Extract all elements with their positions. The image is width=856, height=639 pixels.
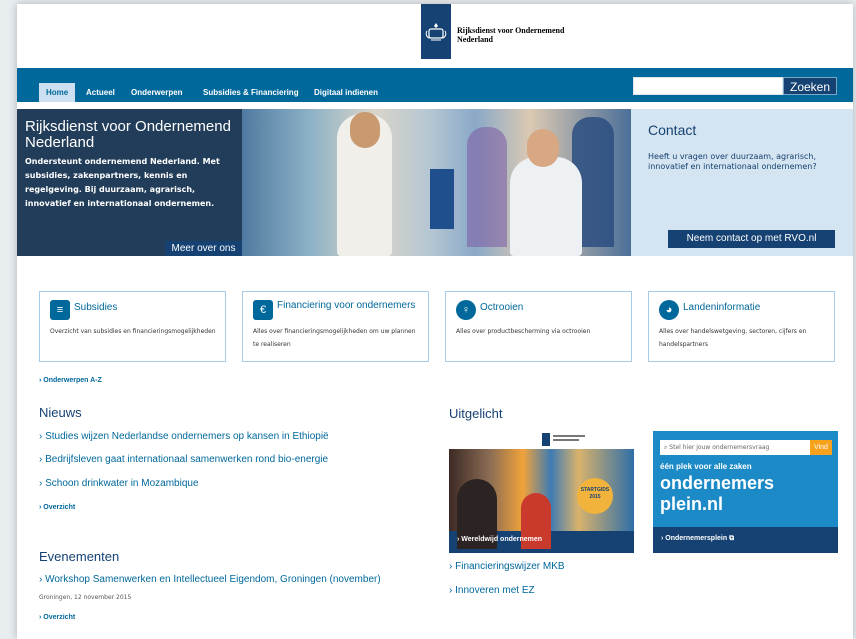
hero-text-panel: Rijksdienst voor Ondernemend Nederland O… bbox=[17, 109, 242, 256]
featured-title: Uitgelicht bbox=[449, 406, 503, 421]
card-financiering[interactable]: € Financiering voor ondernemers Alles ov… bbox=[242, 291, 429, 362]
card-description: Overzicht van subsidies en financierings… bbox=[50, 328, 216, 335]
startgids-badge: STARTGIDS 2015 bbox=[577, 478, 613, 514]
organisation-name-line1: Rijksdienst voor Ondernemend bbox=[457, 26, 565, 35]
card-title: Landeninformatie bbox=[683, 302, 761, 313]
search-placeholder: Stel hier jouw ondernemersvraag bbox=[669, 444, 770, 451]
search-icon: ⌕ bbox=[664, 444, 668, 451]
news-item[interactable]: › Studies wijzen Nederlandse ondernemers… bbox=[39, 431, 329, 442]
rijkslogo-icon[interactable] bbox=[421, 4, 451, 59]
hero-title: Rijksdienst voor Ondernemend Nederland bbox=[25, 118, 231, 151]
nav-item-digitaal-indienen[interactable]: Digitaal indienen bbox=[314, 83, 378, 102]
card-title: Octrooien bbox=[480, 302, 524, 313]
card-subsidies[interactable]: ≡ Subsidies Overzicht van subsidies en f… bbox=[39, 291, 226, 362]
hero-description: Ondersteunt ondernemend Nederland. Met s… bbox=[25, 157, 220, 208]
globe-icon: ◕ bbox=[659, 300, 679, 320]
news-title: Nieuws bbox=[39, 405, 82, 420]
banner-tagline: één plek voor alle zaken bbox=[660, 462, 752, 471]
photo-figure bbox=[527, 129, 559, 167]
photo-sign bbox=[430, 169, 454, 229]
events-overview-link[interactable]: › Overzicht bbox=[39, 614, 75, 621]
logo-text-line bbox=[553, 435, 585, 437]
vind-button[interactable]: Vind bbox=[810, 440, 832, 455]
contact-title: Contact bbox=[648, 122, 697, 138]
organisation-name-line2: Nederland bbox=[457, 35, 493, 44]
page: Rijksdienst voor Ondernemend Nederland H… bbox=[17, 4, 853, 639]
event-date: Groningen, 12 november 2015 bbox=[39, 594, 132, 601]
nav-item-onderwerpen[interactable]: Onderwerpen bbox=[131, 83, 183, 102]
photo-figure bbox=[467, 127, 507, 247]
main-navigation: Home Actueel Onderwerpen Subsidies & Fin… bbox=[17, 68, 853, 102]
card-title: Subsidies bbox=[74, 302, 118, 313]
contact-description: Heeft u vragen over duurzaam, agrarisch,… bbox=[648, 152, 817, 171]
banner-photo: STARTGIDS 2015 bbox=[449, 449, 634, 549]
news-item[interactable]: › Bedrijfsleven gaat internationaal same… bbox=[39, 454, 328, 465]
contact-panel: Contact Heeft u vragen over duurzaam, ag… bbox=[631, 109, 853, 256]
search-input[interactable] bbox=[633, 77, 783, 95]
card-title: Financiering voor ondernemers bbox=[277, 300, 416, 311]
events-title: Evenementen bbox=[39, 549, 120, 564]
topics-az-link[interactable]: › Onderwerpen A-Z bbox=[39, 377, 102, 384]
banner-ondernemersplein[interactable]: ⌕ Stel hier jouw ondernemersvraag Vind é… bbox=[653, 431, 838, 553]
nav-item-actueel[interactable]: Actueel bbox=[86, 83, 115, 102]
search-button[interactable]: Zoeken bbox=[783, 77, 837, 95]
hero-banner: Rijksdienst voor Ondernemend Nederland O… bbox=[17, 109, 631, 256]
banner-wereldwijd-ondernemen[interactable]: STARTGIDS 2015 › Wereldwijd ondernemen bbox=[449, 431, 634, 553]
card-landeninformatie[interactable]: ◕ Landeninformatie Alles over handelswet… bbox=[648, 291, 835, 362]
brand-line1: ondernemers bbox=[660, 473, 775, 493]
card-description: Alles over financieringsmogelijkheden om… bbox=[253, 328, 416, 348]
banner-label: › Wereldwijd ondernemen bbox=[457, 536, 543, 543]
card-octrooien[interactable]: ♀ Octrooien Alles over productbeschermin… bbox=[445, 291, 632, 362]
organisation-name: Rijksdienst voor Ondernemend Nederland bbox=[457, 26, 564, 44]
contact-button[interactable]: Neem contact op met RVO.nl bbox=[668, 230, 835, 248]
featured-link-innoveren[interactable]: › Innoveren met EZ bbox=[449, 585, 535, 596]
card-description: Alles over handelswetgeving, sectoren, c… bbox=[659, 328, 807, 348]
featured-link-financieringswijzer[interactable]: › Financieringswijzer MKB bbox=[449, 561, 565, 572]
hero-photo bbox=[242, 109, 631, 256]
nav-item-home[interactable]: Home bbox=[39, 83, 76, 102]
brand-line2: plein.nl bbox=[660, 494, 723, 514]
nav-item-subsidies-financiering[interactable]: Subsidies & Financiering bbox=[203, 83, 299, 102]
photo-figure bbox=[350, 112, 380, 148]
event-item[interactable]: › Workshop Samenwerken en Intellectueel … bbox=[39, 574, 381, 585]
banner-label: › Ondernemersplein ⧉ bbox=[661, 535, 735, 542]
ondernemersplein-search-input[interactable]: ⌕ Stel hier jouw ondernemersvraag bbox=[660, 440, 810, 455]
card-description: Alles over productbescherming via octroo… bbox=[456, 328, 591, 335]
logo-text-line bbox=[553, 439, 579, 441]
news-item[interactable]: › Schoon drinkwater in Mozambique bbox=[39, 478, 199, 489]
more-about-us-button[interactable]: Meer over ons bbox=[165, 241, 242, 256]
rijkslogo-icon bbox=[542, 433, 550, 446]
photo-figure bbox=[510, 157, 582, 256]
news-overview-link[interactable]: › Overzicht bbox=[39, 504, 75, 511]
site-header: Rijksdienst voor Ondernemend Nederland bbox=[17, 4, 853, 68]
document-icon: ≡ bbox=[50, 300, 70, 320]
lightbulb-icon: ♀ bbox=[456, 300, 476, 320]
euro-icon: € bbox=[253, 300, 273, 320]
